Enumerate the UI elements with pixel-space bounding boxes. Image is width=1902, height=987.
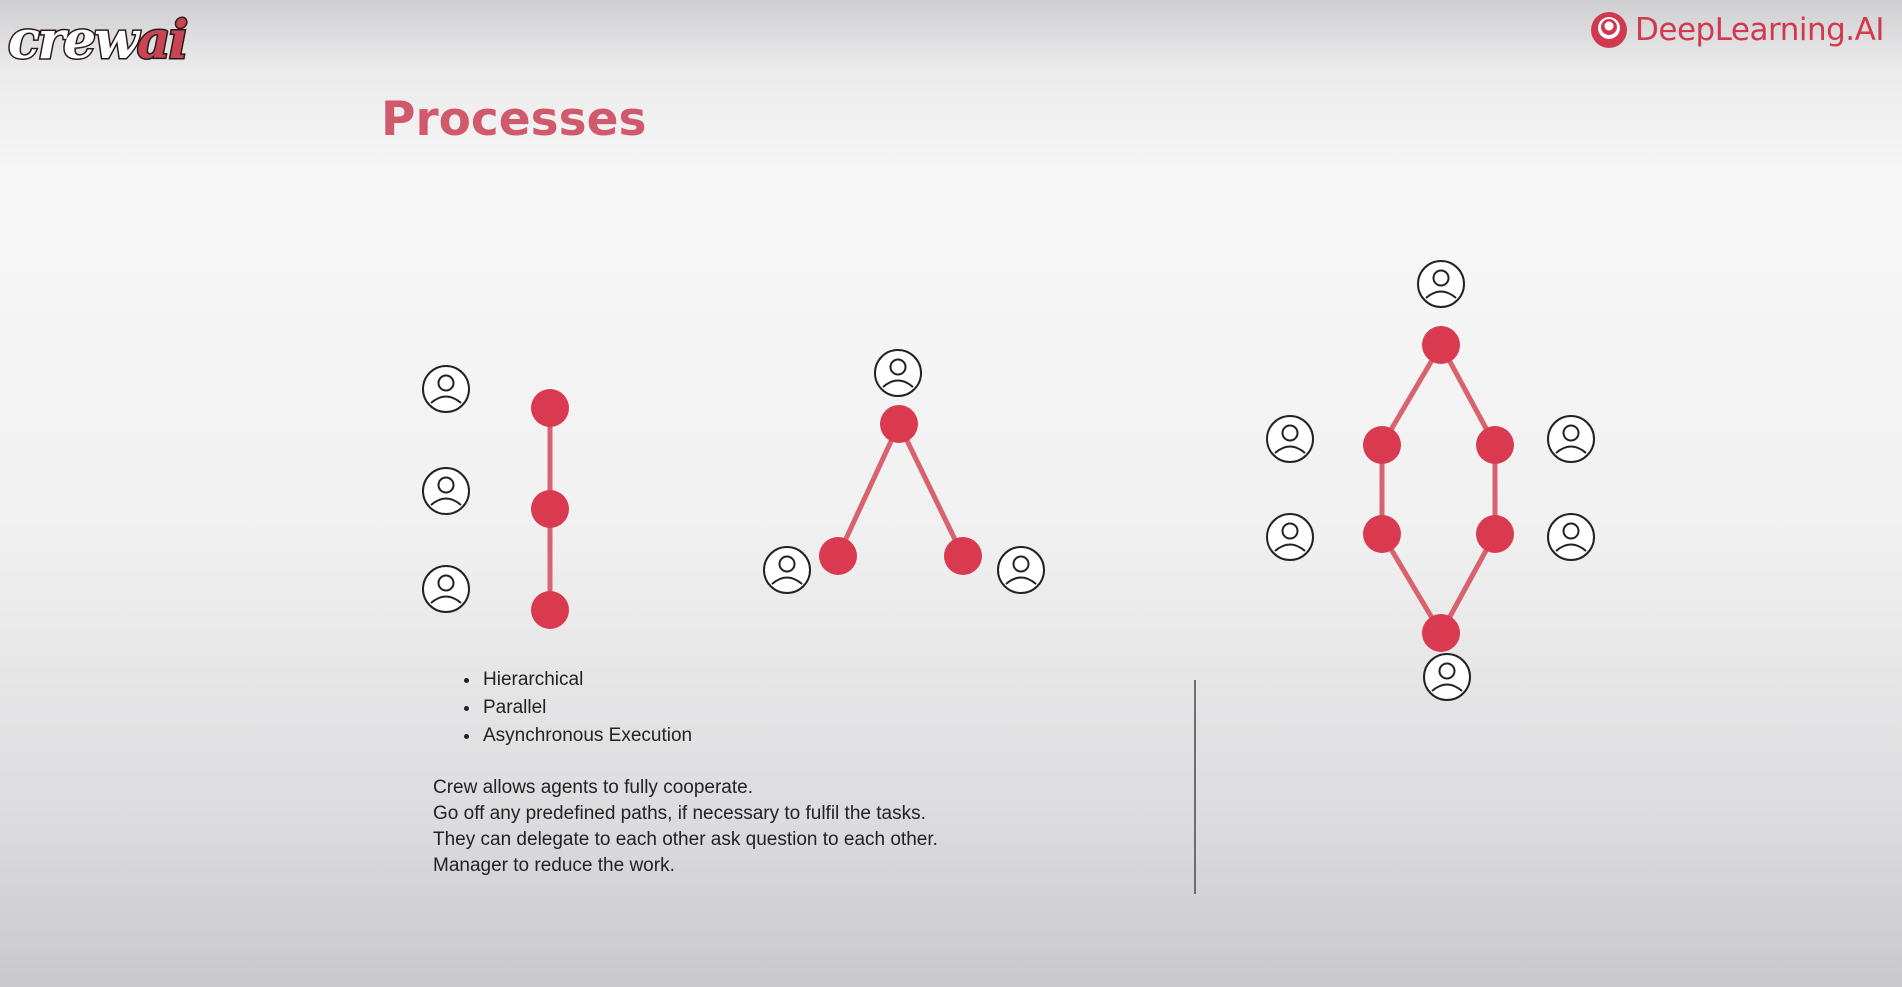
task-node-icon — [531, 389, 569, 427]
user-circle-icon — [1547, 513, 1595, 561]
user-circle-icon — [1417, 260, 1465, 308]
task-node-icon — [819, 537, 857, 575]
task-node-icon — [1363, 426, 1401, 464]
task-node-icon — [1363, 515, 1401, 553]
task-node-icon — [880, 405, 918, 443]
task-node-icon — [1422, 614, 1460, 652]
parallel-diagram — [1266, 260, 1595, 701]
list-item: Asynchronous Execution — [481, 722, 692, 750]
task-node-icon — [1476, 515, 1514, 553]
description-line: Crew allows agents to fully cooperate. — [433, 777, 753, 798]
process-diagrams — [422, 260, 1595, 701]
list-item: Parallel — [481, 694, 692, 722]
user-circle-icon — [422, 467, 470, 515]
description-text: Crew allows agents to fully cooperate. G… — [433, 775, 938, 879]
user-circle-icon — [763, 546, 811, 594]
vertical-divider — [1194, 680, 1196, 894]
description-line: Go off any predefined paths, if necessar… — [433, 803, 926, 824]
user-circle-icon — [1423, 653, 1471, 701]
sequential-diagram — [422, 365, 569, 629]
user-circle-icon — [874, 349, 922, 397]
user-circle-icon — [1266, 513, 1314, 561]
description-line: They can delegate to each other ask ques… — [433, 829, 938, 850]
user-circle-icon — [997, 546, 1045, 594]
edge — [896, 422, 966, 558]
description-line: Manager to reduce the work. — [433, 855, 675, 876]
edge — [835, 422, 902, 558]
task-node-icon — [1422, 326, 1460, 364]
list-item: Hierarchical — [481, 666, 692, 694]
task-node-icon — [944, 537, 982, 575]
hierarchical-diagram — [763, 349, 1045, 594]
process-types-list: Hierarchical Parallel Asynchronous Execu… — [451, 666, 692, 750]
task-node-icon — [531, 591, 569, 629]
user-circle-icon — [1266, 415, 1314, 463]
task-node-icon — [1476, 426, 1514, 464]
user-circle-icon — [422, 365, 470, 413]
user-circle-icon — [1547, 415, 1595, 463]
task-node-icon — [531, 490, 569, 528]
user-circle-icon — [422, 565, 470, 613]
